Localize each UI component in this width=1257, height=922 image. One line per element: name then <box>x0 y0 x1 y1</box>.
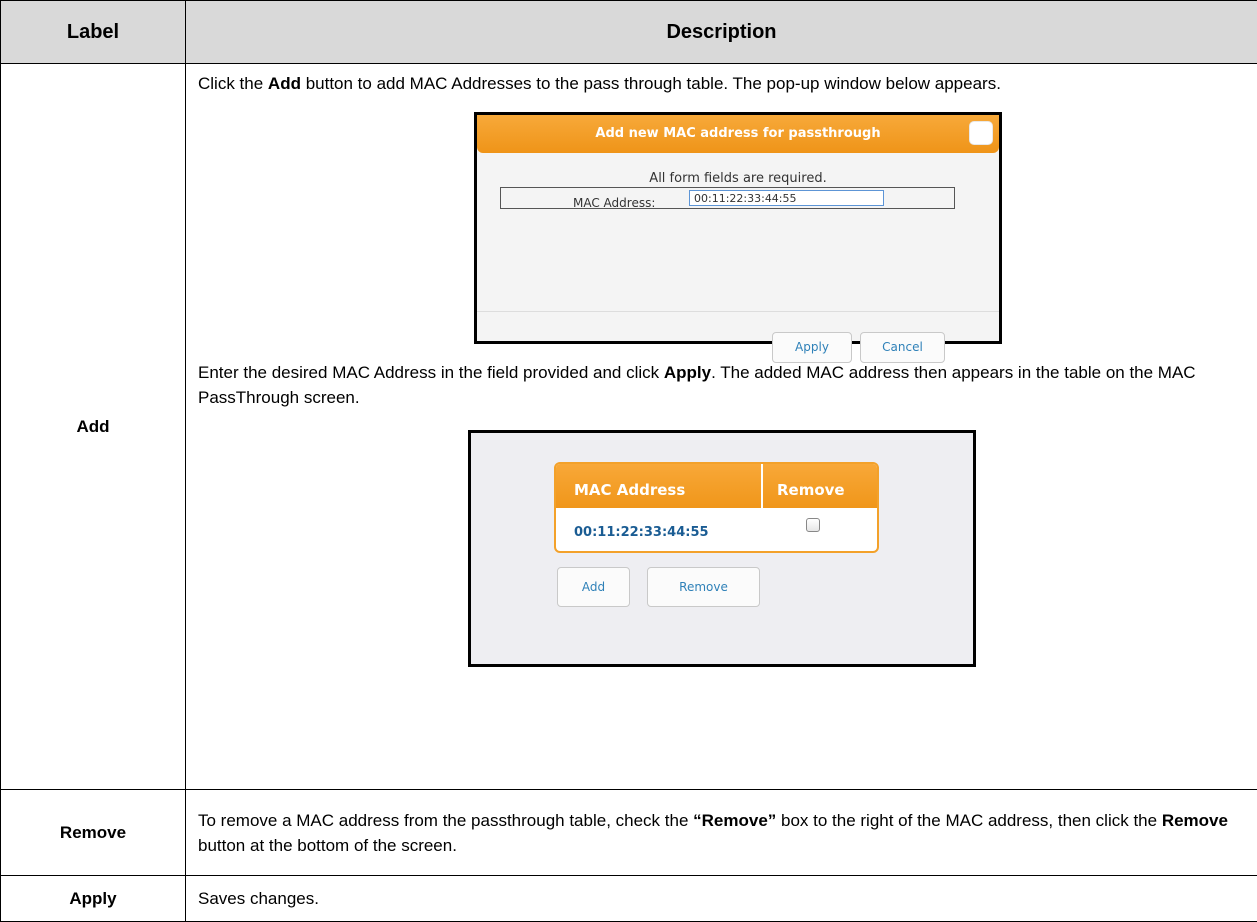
column-divider <box>761 464 763 508</box>
table-header-row: Label Description <box>1 1 1257 64</box>
text-span: button at the bottom of the screen. <box>198 836 457 855</box>
text-span: Enter the desired MAC Address in the fie… <box>198 363 664 382</box>
mac-table-header: MAC Address Remove <box>556 464 877 508</box>
mac-address-table: MAC Address Remove 00:11:22:33:44:55 <box>554 462 879 553</box>
table-row-remove: Remove To remove a MAC address from the … <box>1 790 1257 876</box>
row-label-apply: Apply <box>1 876 186 922</box>
mac-address-cell: 00:11:22:33:44:55 <box>574 520 709 545</box>
column-remove: Remove <box>777 478 845 503</box>
row-description-add: Click the Add button to add MAC Addresse… <box>186 64 1257 790</box>
column-mac-address: MAC Address <box>574 478 685 503</box>
text-bold: Remove <box>1162 811 1228 830</box>
header-label: Label <box>1 1 186 64</box>
mac-address-input[interactable] <box>689 190 884 206</box>
table-row-add: Add Click the Add button to add MAC Addr… <box>1 64 1257 790</box>
remove-checkbox[interactable] <box>806 518 820 532</box>
table-row-apply: Apply Saves changes. <box>1 876 1257 922</box>
row-description-apply: Saves changes. <box>186 876 1257 922</box>
text-span: Click the <box>198 74 268 93</box>
apply-button[interactable]: Apply <box>772 332 852 363</box>
mac-address-label: MAC Address: <box>573 191 655 216</box>
add-button[interactable]: Add <box>557 567 630 607</box>
mac-passthrough-panel: MAC Address Remove 00:11:22:33:44:55 Add… <box>468 430 976 667</box>
text-bold: Apply <box>664 363 711 382</box>
cancel-button[interactable]: Cancel <box>860 332 945 363</box>
description-table: Label Description Add Click the Add butt… <box>0 0 1257 922</box>
add-intro-text: Click the Add button to add MAC Addresse… <box>198 71 1243 96</box>
remove-text: To remove a MAC address from the passthr… <box>198 808 1243 858</box>
text-span: To remove a MAC address from the passthr… <box>198 811 693 830</box>
mac-address-row: MAC Address: <box>500 187 955 209</box>
remove-button[interactable]: Remove <box>647 567 760 607</box>
popup-divider <box>477 311 999 312</box>
popup-title: Add new MAC address for passthrough <box>477 115 999 153</box>
header-description: Description <box>186 1 1257 64</box>
text-bold: “Remove” <box>693 811 776 830</box>
text-span: box to the right of the MAC address, the… <box>776 811 1162 830</box>
text-span: button to add MAC Addresses to the pass … <box>301 74 1001 93</box>
add-mac-popup: Add new MAC address for passthrough All … <box>474 112 1002 344</box>
row-label-add: Add <box>1 64 186 790</box>
text-bold: Add <box>268 74 301 93</box>
row-description-remove: To remove a MAC address from the passthr… <box>186 790 1257 876</box>
add-after-text: Enter the desired MAC Address in the fie… <box>198 360 1243 410</box>
close-icon[interactable] <box>969 121 993 145</box>
row-label-remove: Remove <box>1 790 186 876</box>
